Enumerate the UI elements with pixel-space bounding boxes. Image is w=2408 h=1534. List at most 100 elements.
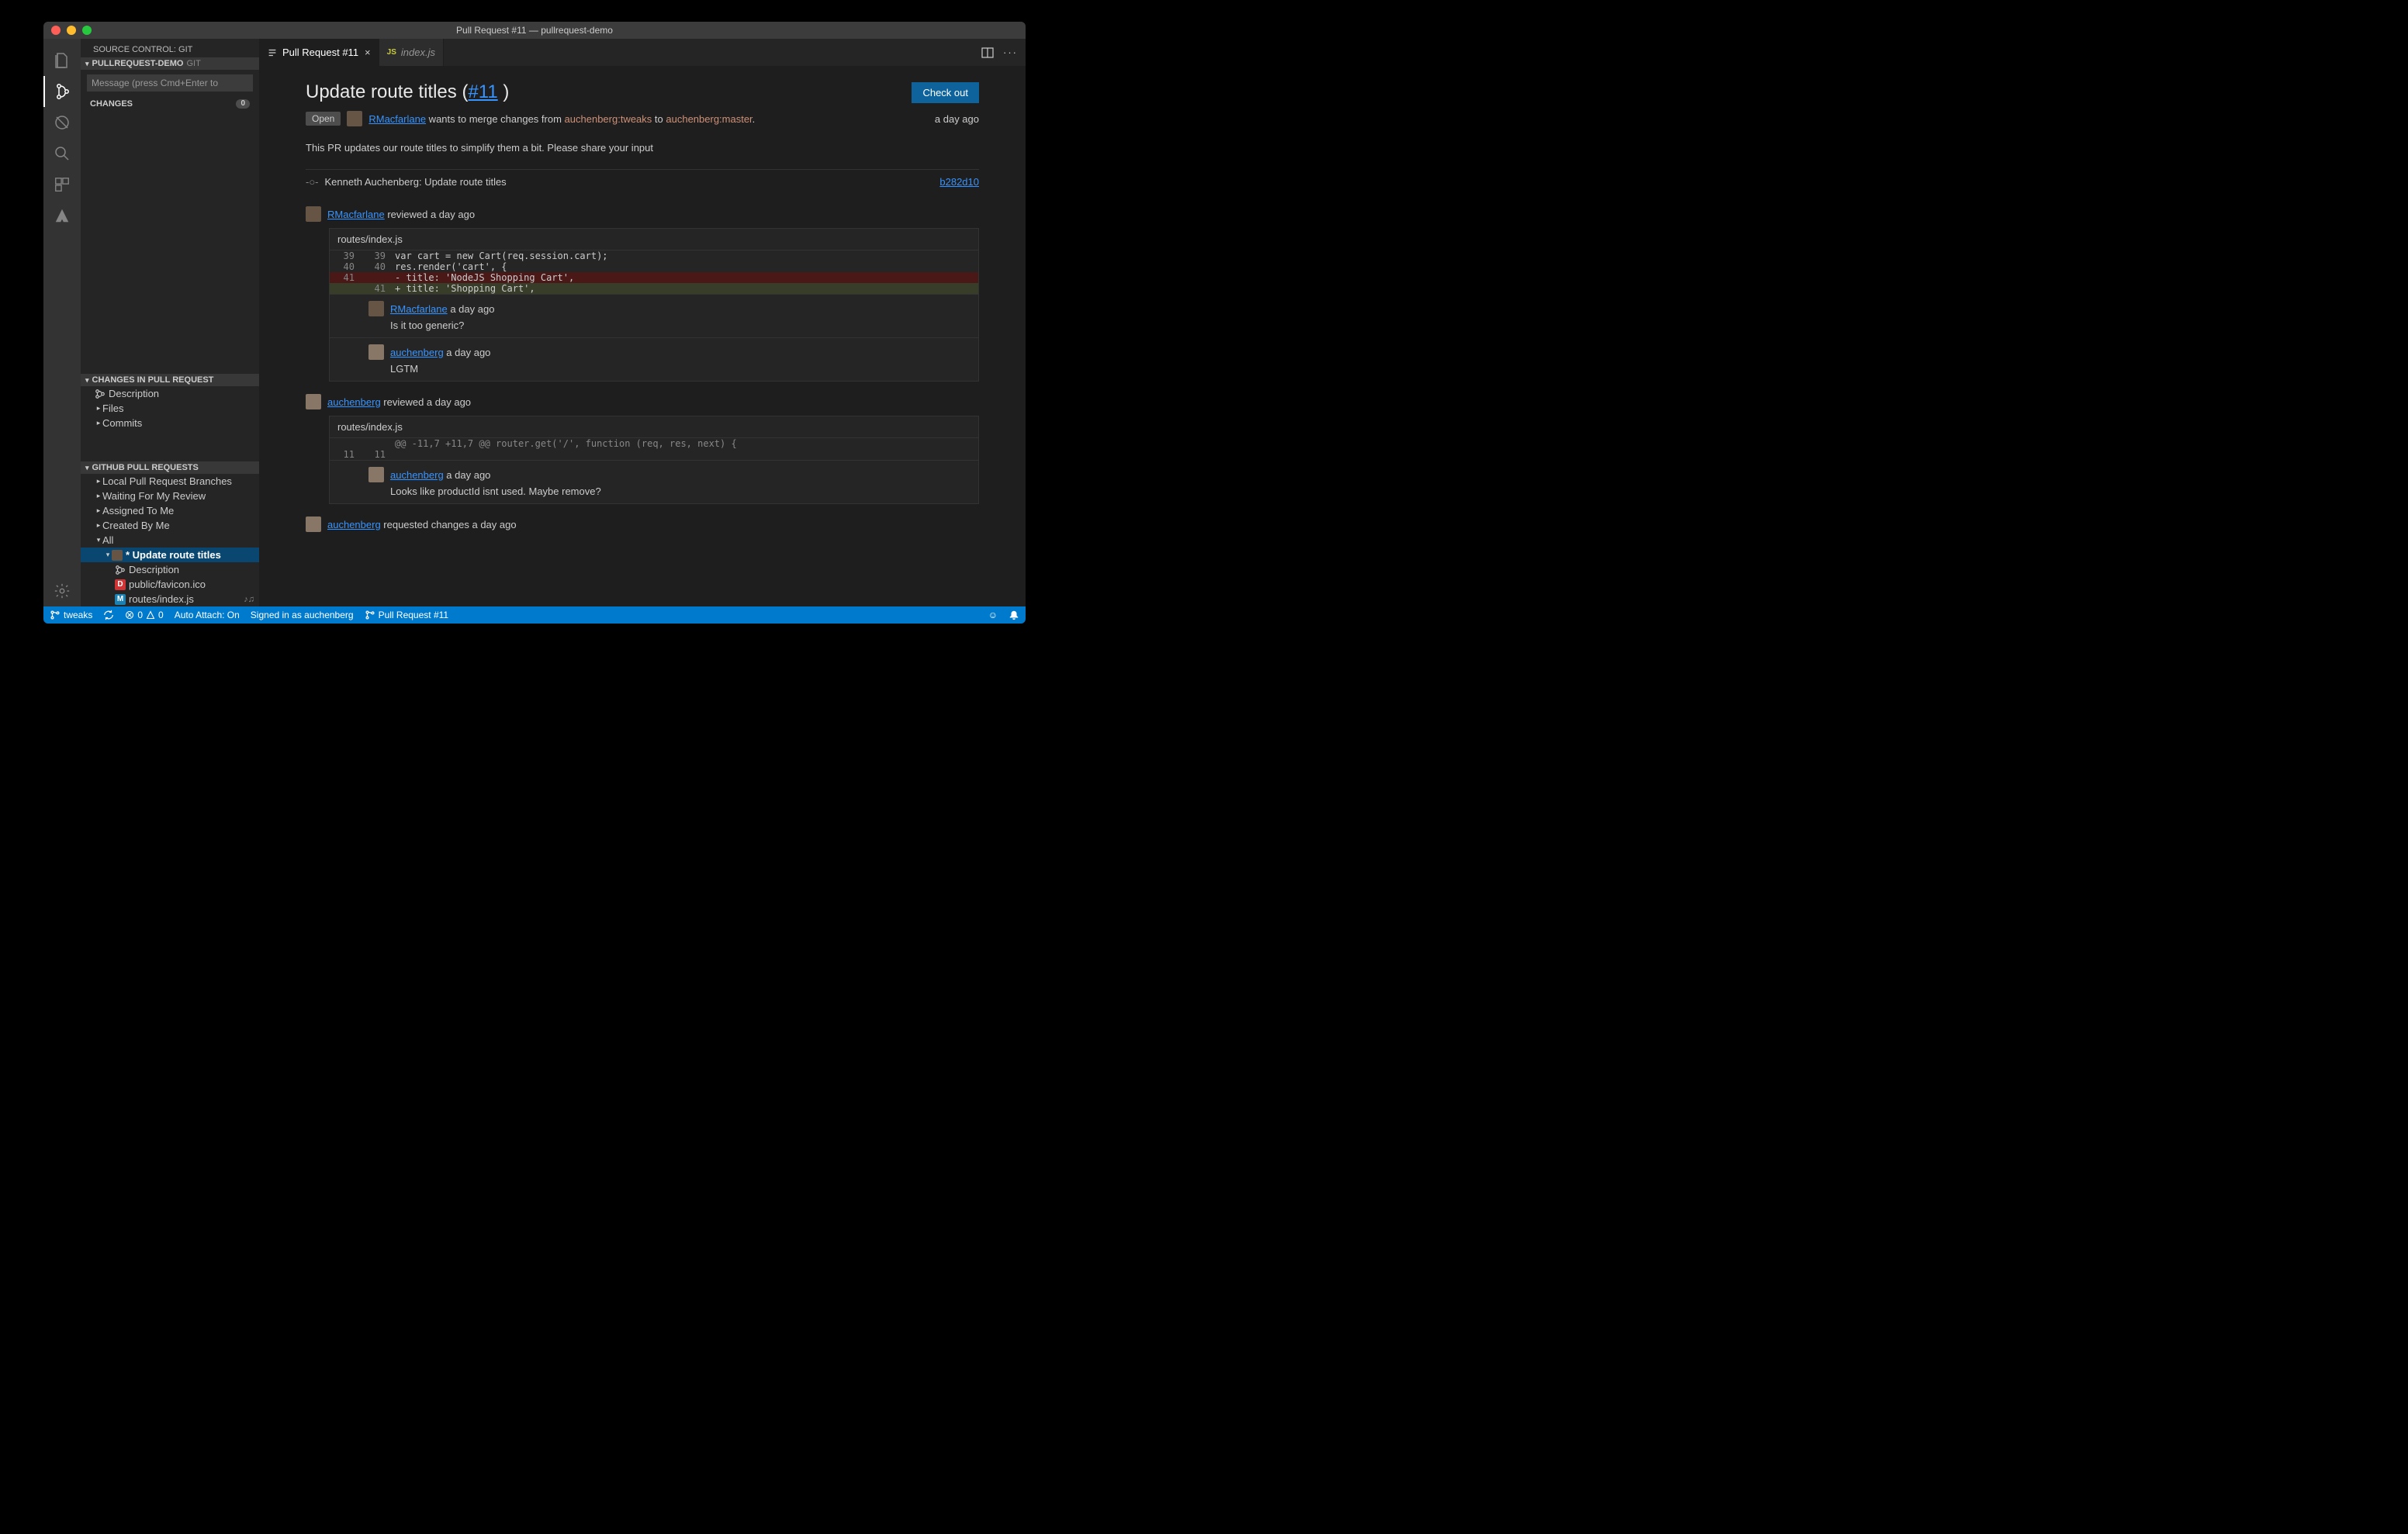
pr-time: a day ago <box>935 113 979 125</box>
changes-label: CHANGES <box>90 99 133 109</box>
comment-body: Looks like productId isnt used. Maybe re… <box>368 485 970 497</box>
azure-icon[interactable] <box>43 200 81 231</box>
chevron-right-icon: ▸ <box>95 419 102 427</box>
commit-row: -○- Kenneth Auchenberg: Update route tit… <box>306 169 979 194</box>
sidebar-title: SOURCE CONTROL: GIT <box>81 39 259 57</box>
editor-area: Pull Request #11 × JS index.js ··· <box>259 39 1026 606</box>
github-pr-description[interactable]: Description <box>81 562 259 577</box>
search-icon[interactable] <box>43 138 81 169</box>
settings-gear-icon[interactable] <box>43 575 81 606</box>
status-feedback-icon[interactable]: ☺ <box>988 610 998 620</box>
commit-sha-link[interactable]: b282d10 <box>939 176 979 188</box>
comment-author-link[interactable]: auchenberg <box>390 347 444 358</box>
status-branch[interactable]: tweaks <box>50 610 92 620</box>
avatar <box>347 111 362 126</box>
review-header: auchenberg reviewed a day ago <box>306 394 979 409</box>
commit-message-input[interactable] <box>87 74 253 92</box>
status-signed-in[interactable]: Signed in as auchenberg <box>251 610 354 620</box>
tab-indexjs[interactable]: JS index.js <box>379 39 444 66</box>
diff-line: 11 11 <box>330 449 978 460</box>
comment-author-link[interactable]: auchenberg <box>390 469 444 481</box>
repo-name: PULLREQUEST-DEMO <box>92 59 184 68</box>
status-auto-attach[interactable]: Auto Attach: On <box>175 610 240 620</box>
pr-description: This PR updates our route titles to simp… <box>306 142 979 154</box>
titlebar[interactable]: Pull Request #11 — pullrequest-demo <box>43 22 1026 39</box>
pr-number-link[interactable]: #11 <box>468 81 497 102</box>
avatar <box>306 517 321 532</box>
github-pr-selected[interactable]: ▾ * Update route titles <box>81 548 259 562</box>
chevron-down-icon: ▾ <box>85 464 89 472</box>
reviewer-link[interactable]: auchenberg <box>327 519 381 530</box>
source-control-icon[interactable] <box>43 76 81 107</box>
branch-to: auchenberg:master <box>666 113 752 125</box>
diff-hunk-header: @@ -11,7 +11,7 @@ router.get('/', functi… <box>330 438 978 449</box>
pr-tab-icon <box>267 47 278 58</box>
pr-meta: Open RMacfarlane wants to merge changes … <box>306 111 979 126</box>
status-sync-icon[interactable] <box>103 610 114 620</box>
review-block: auchenberg reviewed a day ago routes/ind… <box>306 394 979 504</box>
diff-line: 3939var cart = new Cart(req.session.cart… <box>330 250 978 261</box>
diff-filename: routes/index.js <box>330 229 978 250</box>
chevron-right-icon: ▸ <box>95 404 102 413</box>
review-header: auchenberg requested changes a day ago <box>306 517 979 532</box>
explorer-icon[interactable] <box>43 45 81 76</box>
avatar <box>306 206 321 222</box>
changes-header[interactable]: CHANGES 0 <box>81 96 259 112</box>
github-created[interactable]: ▸Created By Me <box>81 518 259 533</box>
reviewer-link[interactable]: RMacfarlane <box>327 209 385 220</box>
js-file-icon: JS <box>387 48 396 57</box>
window-title: Pull Request #11 — pullrequest-demo <box>43 25 1026 36</box>
pr-description-item[interactable]: Description <box>81 386 259 401</box>
pr-content: Update route titles (#11 ) Check out Ope… <box>259 66 1026 606</box>
status-bell-icon[interactable] <box>1009 610 1019 620</box>
avatar <box>368 467 384 482</box>
github-pr-file-index[interactable]: M routes/index.js ♪♫ <box>81 592 259 606</box>
file-decoration: ♪♫ <box>244 595 254 604</box>
close-tab-icon[interactable]: × <box>365 47 371 58</box>
deleted-file-icon: D <box>115 579 126 590</box>
traffic-lights <box>51 26 92 35</box>
editor-tabs: Pull Request #11 × JS index.js ··· <box>259 39 1026 66</box>
diff-lines: 3939var cart = new Cart(req.session.cart… <box>330 250 978 294</box>
more-actions-icon[interactable]: ··· <box>1003 47 1018 58</box>
changes-in-pr-header[interactable]: ▾ CHANGES IN PULL REQUEST <box>81 374 259 386</box>
maximize-window-icon[interactable] <box>82 26 92 35</box>
github-waiting[interactable]: ▸Waiting For My Review <box>81 489 259 503</box>
reviewer-link[interactable]: auchenberg <box>327 396 381 408</box>
extensions-icon[interactable] <box>43 169 81 200</box>
commit-icon: -○- <box>306 176 319 188</box>
review-block: RMacfarlane reviewed a day ago routes/in… <box>306 206 979 382</box>
pr-files-item[interactable]: ▸ Files <box>81 401 259 416</box>
split-editor-icon[interactable] <box>981 47 994 59</box>
review-block: auchenberg requested changes a day ago <box>306 517 979 532</box>
github-pr-file-favicon[interactable]: D public/favicon.ico <box>81 577 259 592</box>
tab-pull-request[interactable]: Pull Request #11 × <box>259 39 379 66</box>
activity-bar <box>43 39 81 606</box>
avatar <box>368 301 384 316</box>
checkout-button[interactable]: Check out <box>912 82 979 103</box>
repo-section-header[interactable]: ▾ PULLREQUEST-DEMO GIT <box>81 57 259 70</box>
chevron-down-icon: ▾ <box>104 551 112 559</box>
branch-from: auchenberg:tweaks <box>565 113 652 125</box>
app-window: Pull Request #11 — pullrequest-demo <box>43 22 1026 624</box>
github-pr-header[interactable]: ▾ GITHUB PULL REQUESTS <box>81 461 259 474</box>
review-comment: auchenberg a day ago Looks like productI… <box>330 460 978 503</box>
github-assigned[interactable]: ▸Assigned To Me <box>81 503 259 518</box>
minimize-window-icon[interactable] <box>67 26 76 35</box>
debug-icon[interactable] <box>43 107 81 138</box>
status-pr[interactable]: Pull Request #11 <box>365 610 449 620</box>
close-window-icon[interactable] <box>51 26 61 35</box>
modified-file-icon: M <box>115 594 126 605</box>
github-all[interactable]: ▾All <box>81 533 259 548</box>
comment-body: LGTM <box>368 363 970 375</box>
comment-author-link[interactable]: RMacfarlane <box>390 303 448 315</box>
tab-actions: ··· <box>981 39 1026 66</box>
pr-status-badge: Open <box>306 112 341 126</box>
github-local-branches[interactable]: ▸Local Pull Request Branches <box>81 474 259 489</box>
chevron-down-icon: ▾ <box>85 376 89 385</box>
review-comment: RMacfarlane a day ago Is it too generic? <box>330 294 978 337</box>
pr-author-link[interactable]: RMacfarlane <box>368 113 426 125</box>
status-problems[interactable]: 0 0 <box>125 610 163 620</box>
pr-commits-item[interactable]: ▸ Commits <box>81 416 259 430</box>
pr-header: Update route titles (#11 ) Check out <box>306 81 979 103</box>
